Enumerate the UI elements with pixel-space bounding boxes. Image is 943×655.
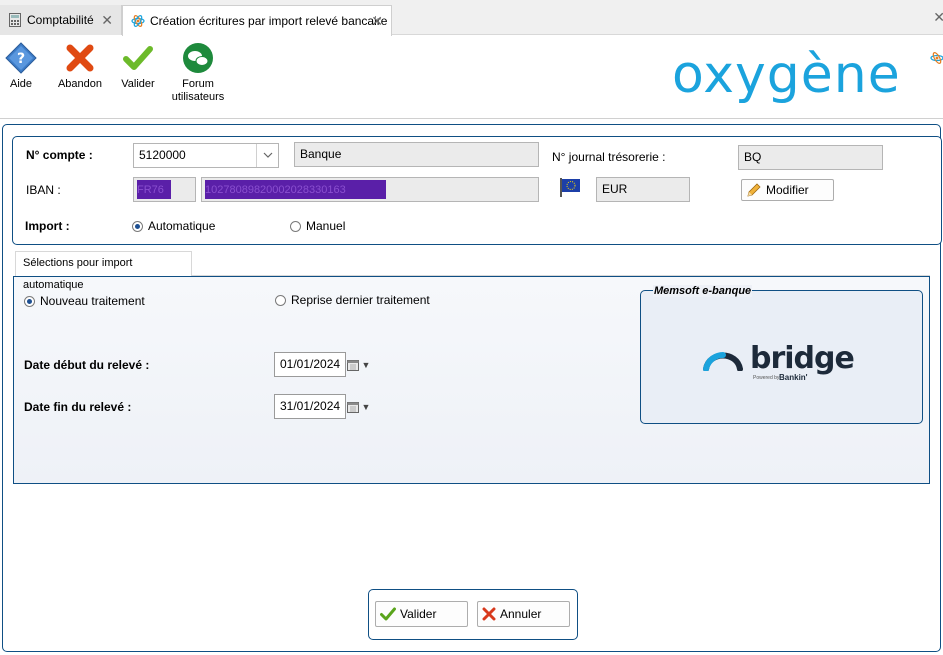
radio-nouveau-traitement[interactable]: Nouveau traitement <box>24 294 145 308</box>
forum-chat-icon <box>182 42 214 74</box>
tab-label: Création écritures par import relevé ban… <box>150 14 388 28</box>
radio-reprise-label: Reprise dernier traitement <box>291 293 430 307</box>
compte-name-field: Banque <box>294 142 539 167</box>
iban-prefix-field: FR76 <box>133 177 196 202</box>
bridge-logo: bridge Powered by Bankin' <box>703 341 855 386</box>
iban-label: IBAN : <box>26 183 61 197</box>
forum-label-2: utilisateurs <box>171 91 225 103</box>
date-fin-input[interactable]: 31/01/2024 <box>274 394 346 419</box>
compte-select[interactable]: 5120000 <box>133 143 279 168</box>
toolbar-separator <box>0 118 943 119</box>
radio-reprise-traitement[interactable]: Reprise dernier traitement <box>275 293 430 307</box>
compte-value: 5120000 <box>139 148 186 162</box>
abandon-button[interactable]: Abandon <box>55 42 105 91</box>
date-fin-label: Date fin du relevé : <box>24 400 132 414</box>
radio-dot[interactable] <box>290 220 301 232</box>
chevron-down-icon[interactable]: ▼ <box>360 352 372 377</box>
tab-label: Comptabilité <box>27 13 94 27</box>
iban-redacted: 10278089820002028330163 <box>205 180 386 199</box>
calendar-icon[interactable] <box>346 352 360 377</box>
modifier-label: Modifier <box>766 183 809 197</box>
radio-dot-selected[interactable] <box>24 295 35 307</box>
svg-text:?: ? <box>17 51 25 67</box>
radio-automatique-label: Automatique <box>148 219 216 233</box>
help-icon: ? <box>5 42 37 74</box>
calendar-icon[interactable] <box>346 394 360 419</box>
eu-flag-icon <box>559 177 581 200</box>
valider-label: Valider <box>121 78 155 90</box>
oxygene-logo: oxygène <box>672 45 901 105</box>
cancel-x-icon <box>482 607 496 621</box>
forum-label-1: Forum <box>182 78 214 90</box>
bridge-word: bridge <box>750 341 855 376</box>
toolbar: ? Aide Abandon Valider Forum utilisateur… <box>0 36 943 118</box>
radio-manuel-label: Manuel <box>306 219 346 233</box>
close-icon[interactable]: ✕ <box>101 12 113 29</box>
tab-comptabilite[interactable]: Comptabilité ✕ <box>0 5 122 35</box>
chevron-down-icon[interactable]: ▼ <box>360 394 372 419</box>
tab-selections-import[interactable]: Sélections pour import automatique <box>15 251 192 291</box>
valider-button[interactable]: Valider <box>118 42 158 91</box>
radio-manuel[interactable]: Manuel <box>290 219 345 233</box>
import-label: Import : <box>25 219 70 233</box>
tab-bar: Comptabilité ✕ Création écritures par im… <box>0 0 943 36</box>
compte-label: N° compte : <box>26 148 93 162</box>
abandon-label: Abandon <box>57 78 103 90</box>
forum-button[interactable]: Forum utilisateurs <box>170 42 226 104</box>
iban-prefix-redacted: FR76 <box>137 180 171 199</box>
logo-atom-icon <box>930 48 943 71</box>
bridge-powered: Powered by <box>753 375 780 381</box>
bridge-arch-icon <box>703 352 743 371</box>
chevron-down-icon[interactable] <box>256 144 278 167</box>
date-debut-label: Date début du relevé : <box>24 358 150 372</box>
close-icon[interactable]: ✕ <box>933 9 943 26</box>
abandon-x-icon <box>64 42 96 74</box>
radio-dot-selected[interactable] <box>132 220 143 232</box>
aide-button[interactable]: ? Aide <box>4 42 38 91</box>
journal-field: BQ <box>738 145 883 170</box>
memsoft-ebanque-title: Memsoft e-banque <box>653 285 753 297</box>
checkmark-icon <box>380 607 396 621</box>
footer-annuler-label: Annuler <box>500 607 542 621</box>
footer-valider-label: Valider <box>400 607 437 621</box>
radio-automatique[interactable]: Automatique <box>132 219 215 233</box>
currency-field: EUR <box>596 177 690 202</box>
subtab-line <box>192 275 930 276</box>
checkmark-icon <box>122 42 154 74</box>
modifier-button[interactable]: Modifier <box>741 179 834 201</box>
tab-creation-ecritures[interactable]: Création écritures par import relevé ban… <box>122 5 392 36</box>
close-icon[interactable]: ✕ <box>371 13 383 30</box>
date-debut-input[interactable]: 01/01/2024 <box>274 352 346 377</box>
journal-label: N° journal trésorerie : <box>552 150 666 164</box>
radio-dot[interactable] <box>275 294 286 306</box>
calculator-icon <box>8 13 22 27</box>
pencil-icon <box>746 182 762 198</box>
footer-valider-button[interactable]: Valider <box>375 601 468 627</box>
oxygene-atom-icon <box>131 14 145 28</box>
bridge-bankin: Bankin' <box>779 373 808 382</box>
aide-label: Aide <box>9 78 33 90</box>
footer-annuler-button[interactable]: Annuler <box>477 601 570 627</box>
iban-field: 10278089820002028330163 <box>201 177 539 202</box>
radio-nouveau-label: Nouveau traitement <box>40 294 145 308</box>
